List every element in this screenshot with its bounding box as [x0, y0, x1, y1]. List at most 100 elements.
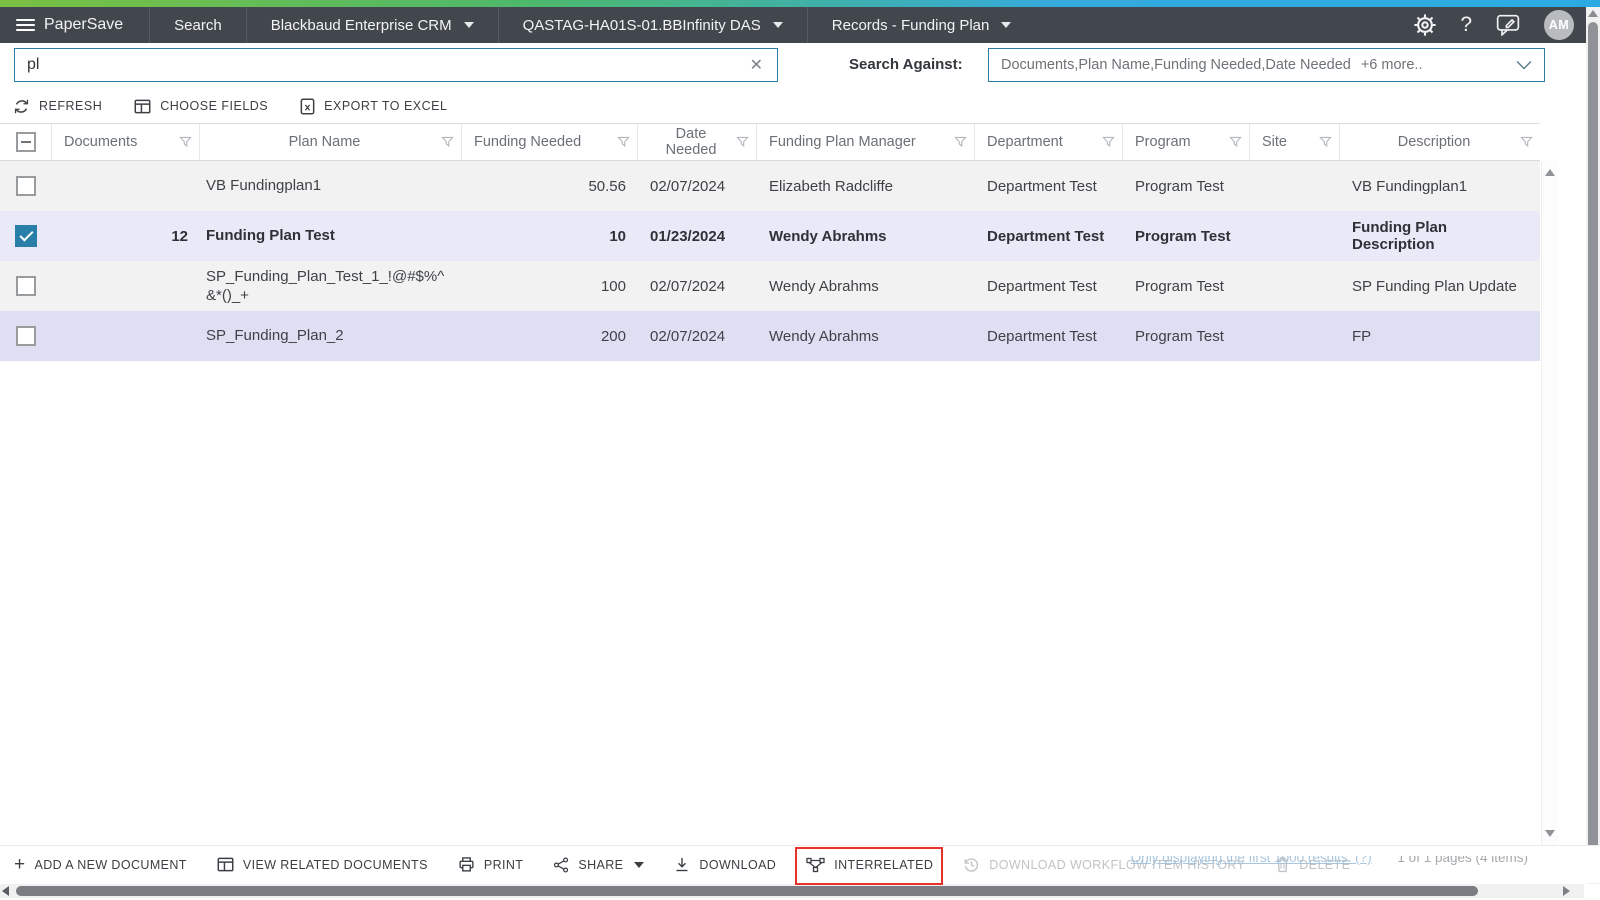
cell-documents	[52, 161, 200, 211]
horizontal-scrollbar[interactable]	[0, 884, 1584, 898]
filter-icon[interactable]	[1319, 136, 1332, 148]
filter-icon[interactable]	[736, 136, 749, 148]
plus-icon: +	[14, 853, 26, 875]
cell-department: Department Test	[987, 277, 1097, 295]
cell-department: Department Test	[987, 177, 1097, 195]
filter-icon[interactable]	[1229, 136, 1242, 148]
column-header-date-needed[interactable]: Date Needed	[638, 124, 757, 160]
horizontal-scrollbar-thumb[interactable]	[16, 886, 1478, 896]
add-new-document-button[interactable]: + ADD A NEW DOCUMENT	[14, 853, 187, 875]
column-header-site[interactable]: Site	[1250, 124, 1340, 160]
export-to-excel-button[interactable]: EXPORT TO EXCEL	[300, 98, 447, 115]
print-button[interactable]: PRINT	[458, 856, 524, 873]
download-workflow-item-history-button: DOWNLOAD WORKFLOW ITEM HISTORY	[963, 856, 1245, 873]
search-against-dropdown[interactable]: Documents,Plan Name,Funding Needed,Date …	[988, 48, 1545, 82]
column-header-funding-needed[interactable]: Funding Needed	[462, 124, 638, 160]
cell-description: Funding Plan Description	[1352, 219, 1447, 253]
chevron-down-icon	[634, 861, 645, 868]
row-checkbox-checked[interactable]	[15, 225, 37, 247]
cell-department: Department Test	[987, 227, 1105, 245]
cell-funding-plan-manager: Wendy Abrahms	[769, 327, 879, 345]
column-header-documents[interactable]: Documents	[52, 124, 200, 160]
download-button[interactable]: DOWNLOAD	[674, 856, 776, 873]
cell-program: Program Test	[1135, 327, 1224, 345]
print-icon	[459, 857, 474, 872]
filter-icon[interactable]	[954, 136, 967, 148]
search-against-label: Search Against:	[849, 56, 963, 73]
row-checkbox[interactable]	[16, 326, 36, 346]
app-brand[interactable]: PaperSave	[0, 7, 151, 43]
cell-date-needed: 02/07/2024	[650, 177, 726, 195]
interrelated-button[interactable]: INTERRELATED	[795, 846, 944, 885]
filter-icon[interactable]	[1520, 136, 1533, 148]
share-button[interactable]: SHARE	[553, 856, 645, 873]
share-icon	[554, 856, 569, 873]
columns-icon	[134, 99, 151, 113]
column-header-plan-name[interactable]: Plan Name	[200, 124, 462, 160]
cell-plan-name: SP_Funding_Plan_Test_1_!@#$%^&*()_+	[206, 267, 445, 304]
scroll-right-arrow-icon[interactable]	[1563, 886, 1570, 896]
scroll-up-arrow-icon[interactable]	[1544, 169, 1555, 176]
search-box[interactable]: ✕	[14, 48, 778, 82]
vertical-scrollbar-thumb[interactable]	[1588, 22, 1598, 855]
table-row[interactable]: SP_Funding_Plan_2 200 02/07/2024 Wendy A…	[0, 311, 1540, 361]
cell-description: VB Fundingplan1	[1352, 177, 1468, 195]
column-header-program[interactable]: Program	[1123, 124, 1250, 160]
cell-plan-name: VB Fundingplan1	[206, 177, 322, 195]
column-header-funding-plan-manager[interactable]: Funding Plan Manager	[757, 124, 975, 160]
cell-site	[1250, 311, 1340, 361]
cell-documents	[52, 311, 200, 361]
nav-dropdown-crm[interactable]: Blackbaud Enterprise CRM	[247, 7, 499, 43]
cell-funding-needed: 200	[600, 327, 626, 345]
feedback-icon[interactable]	[1496, 14, 1520, 36]
cell-site	[1250, 161, 1340, 211]
table-row[interactable]: SP_Funding_Plan_Test_1_!@#$%^&*()_+ 100 …	[0, 261, 1540, 311]
cell-date-needed: 02/07/2024	[650, 277, 726, 295]
download-icon	[676, 858, 688, 872]
cell-department: Department Test	[987, 327, 1097, 345]
filter-icon[interactable]	[1102, 136, 1115, 148]
search-input[interactable]	[27, 56, 748, 74]
filter-icon[interactable]	[179, 136, 192, 148]
filter-icon[interactable]	[441, 136, 454, 148]
scroll-up-arrow-icon[interactable]	[1588, 10, 1598, 17]
cell-funding-plan-manager: Wendy Abrahms	[769, 277, 879, 295]
cell-funding-needed: 100	[600, 277, 626, 295]
search-against-more: +6 more..	[1360, 57, 1423, 73]
scroll-down-arrow-icon[interactable]	[1545, 830, 1555, 837]
cell-funding-plan-manager: Wendy Abrahms	[769, 227, 887, 245]
search-bar-row: ✕ Search Against: Documents,Plan Name,Fu…	[0, 43, 1600, 89]
column-header-description[interactable]: Description	[1340, 124, 1540, 160]
table-row-selected[interactable]: 12 Funding Plan Test 10 01/23/2024 Wendy…	[0, 211, 1540, 261]
cell-description: SP Funding Plan Update	[1352, 277, 1517, 295]
cell-plan-name: SP_Funding_Plan_2	[206, 327, 344, 345]
nav-dropdown-records[interactable]: Records - Funding Plan	[808, 7, 1036, 43]
chevron-down-icon	[1001, 22, 1012, 28]
page-vertical-scrollbar[interactable]	[1586, 7, 1600, 884]
refresh-button[interactable]: REFRESH	[13, 98, 102, 115]
tab-search[interactable]: Search	[150, 7, 247, 43]
scroll-left-arrow-icon[interactable]	[2, 886, 9, 896]
chevron-down-icon	[463, 22, 474, 28]
column-header-department[interactable]: Department	[975, 124, 1123, 160]
select-all-checkbox[interactable]	[15, 132, 36, 152]
app-title: PaperSave	[44, 16, 124, 33]
choose-fields-button[interactable]: CHOOSE FIELDS	[134, 99, 268, 114]
cell-program: Program Test	[1135, 177, 1224, 195]
help-icon[interactable]: ?	[1460, 13, 1472, 37]
view-related-documents-button[interactable]: VIEW RELATED DOCUMENTS	[217, 857, 428, 872]
cell-site	[1250, 211, 1340, 261]
table-vertical-scrollbar[interactable]	[1541, 161, 1557, 845]
chevron-down-icon	[1516, 60, 1532, 70]
table-row[interactable]: VB Fundingplan1 50.56 02/07/2024 Elizabe…	[0, 161, 1540, 211]
clear-search-icon[interactable]: ✕	[748, 55, 765, 75]
settings-gear-icon[interactable]	[1414, 14, 1436, 36]
trash-icon	[1276, 857, 1289, 873]
cell-date-needed: 01/23/2024	[650, 227, 726, 245]
row-checkbox[interactable]	[16, 176, 36, 196]
row-checkbox[interactable]	[16, 276, 36, 296]
hamburger-menu-icon[interactable]	[16, 19, 35, 31]
filter-icon[interactable]	[617, 136, 630, 148]
nav-dropdown-das[interactable]: QASTAG-HA01S-01.BBInfinity DAS	[499, 7, 808, 43]
avatar[interactable]: AM	[1544, 10, 1574, 40]
